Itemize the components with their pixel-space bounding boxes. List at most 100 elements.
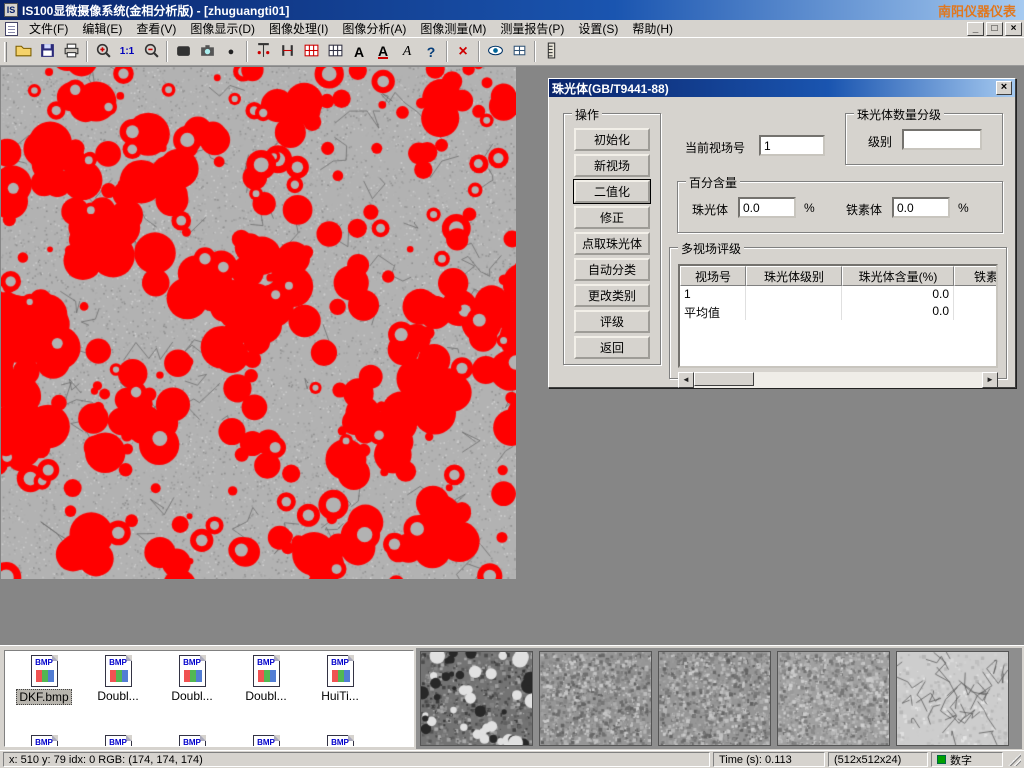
- measure-bars-icon: [279, 42, 296, 62]
- close-button[interactable]: ×: [1005, 22, 1022, 36]
- menu-item-image-process[interactable]: 图像处理(I): [262, 19, 335, 38]
- text-a-marked-icon: A: [378, 45, 388, 59]
- header-field-no[interactable]: 视场号: [680, 266, 746, 286]
- camera-icon: [199, 42, 216, 62]
- open-folder-icon: [15, 42, 32, 62]
- thumbnail-1[interactable]: [420, 651, 533, 746]
- ferrite-percent-input[interactable]: [892, 197, 950, 218]
- document-icon[interactable]: [5, 22, 18, 36]
- file-item-dkf[interactable]: BMP DKF.bmp: [9, 655, 79, 705]
- change-class-button[interactable]: 更改类别: [574, 284, 650, 307]
- menu-item-help[interactable]: 帮助(H): [625, 19, 680, 38]
- pearlite-percent-input[interactable]: [738, 197, 796, 218]
- zoom-in-button[interactable]: [91, 40, 115, 64]
- file-item-huiti[interactable]: BMP HuiTi...: [305, 655, 375, 703]
- printer-icon: [63, 42, 80, 62]
- preview-button[interactable]: [483, 40, 507, 64]
- camera-button[interactable]: [195, 40, 219, 64]
- bmp-file-icon: BMP: [253, 655, 280, 687]
- dialog-close-button[interactable]: ×: [996, 81, 1012, 95]
- correct-button[interactable]: 修正: [574, 206, 650, 229]
- file-list: BMP DKF.bmp BMP Doubl... BMP Doubl... BM…: [4, 650, 414, 747]
- menu-bar: 文件(F) 编辑(E) 查看(V) 图像显示(D) 图像处理(I) 图像分析(A…: [0, 20, 1024, 38]
- zoom-out-button[interactable]: [139, 40, 163, 64]
- bmp-file-icon: BMP: [253, 735, 280, 747]
- file-item-doubl-1[interactable]: BMP Doubl...: [83, 655, 153, 703]
- auto-classify-button[interactable]: 自动分类: [574, 258, 650, 281]
- current-field-input[interactable]: [759, 135, 825, 156]
- header-pearlite-grade[interactable]: 珠光体级别: [746, 266, 842, 286]
- grid-dark-button[interactable]: [323, 40, 347, 64]
- header-ferrite[interactable]: 铁素: [954, 266, 998, 286]
- menu-item-image-analysis[interactable]: 图像分析(A): [335, 19, 413, 38]
- text-annotate-script-button[interactable]: A: [395, 40, 419, 64]
- table-row[interactable]: 1 0.0: [680, 286, 998, 303]
- file-item-partial[interactable]: BMP: [231, 735, 301, 747]
- file-item-partial[interactable]: BMP: [157, 735, 227, 747]
- header-pearlite-content[interactable]: 珠光体含量(%): [842, 266, 954, 286]
- multi-field-group: 多视场评级 视场号 珠光体级别 珠光体含量(%) 铁素 1 0.0: [669, 247, 1007, 379]
- status-indicator-icon: [937, 755, 946, 764]
- pearlite-percent-sign: %: [804, 201, 815, 215]
- menu-item-file[interactable]: 文件(F): [22, 19, 75, 38]
- menu-item-settings[interactable]: 设置(S): [571, 19, 625, 38]
- menu-item-image-measure[interactable]: 图像测量(M): [413, 19, 493, 38]
- record-icon: ●: [228, 46, 235, 58]
- ferrite-percent-sign: %: [958, 201, 969, 215]
- grade-button[interactable]: 评级: [574, 310, 650, 333]
- binarize-button[interactable]: 二值化: [574, 180, 650, 203]
- grid-red-button[interactable]: [299, 40, 323, 64]
- new-field-button[interactable]: 新视场: [574, 154, 650, 177]
- toolbar-grip[interactable]: [4, 42, 7, 62]
- percent-group: 百分含量 珠光体 % 铁素体 %: [677, 181, 1003, 233]
- delete-x-icon: ×: [458, 45, 467, 59]
- record-button[interactable]: ●: [219, 40, 243, 64]
- thumbnail-2[interactable]: [539, 651, 652, 746]
- grid-small-button[interactable]: [507, 40, 531, 64]
- measure-bars-button[interactable]: [275, 40, 299, 64]
- operation-group: 操作 初始化 新视场 二值化 修正 点取珠光体 自动分类 更改类别 评级 返回: [563, 113, 661, 365]
- multi-field-table: 视场号 珠光体级别 珠光体含量(%) 铁素 1 0.0 平均值 0: [678, 264, 998, 368]
- text-annotate-button[interactable]: A: [347, 40, 371, 64]
- menu-item-report[interactable]: 测量报告(P): [493, 19, 571, 38]
- scrollbar-thumb[interactable]: [694, 372, 754, 386]
- caliper-button[interactable]: [251, 40, 275, 64]
- file-item-partial[interactable]: BMP: [83, 735, 153, 747]
- table-row[interactable]: 平均值 0.0: [680, 303, 998, 320]
- init-button[interactable]: 初始化: [574, 128, 650, 151]
- scrollbar-track[interactable]: [694, 372, 982, 388]
- open-button[interactable]: [11, 40, 35, 64]
- scroll-left-button[interactable]: ◄: [678, 372, 694, 388]
- file-name: Doubl...: [95, 689, 140, 703]
- one-to-one-icon: 1:1: [120, 46, 134, 57]
- print-button[interactable]: [59, 40, 83, 64]
- resize-grip[interactable]: [1008, 753, 1021, 766]
- file-item-partial[interactable]: BMP: [9, 735, 79, 747]
- actual-size-button[interactable]: 1:1: [115, 40, 139, 64]
- menu-item-image-display[interactable]: 图像显示(D): [183, 19, 262, 38]
- delete-button[interactable]: ×: [451, 40, 475, 64]
- thumbnail-5[interactable]: [896, 651, 1009, 746]
- file-item-partial[interactable]: BMP: [305, 735, 375, 747]
- dialog-title-bar[interactable]: 珠光体(GB/T9441-88) ×: [549, 79, 1015, 97]
- grade-group: 珠光体数量分级 级别: [845, 113, 1003, 165]
- save-button[interactable]: [35, 40, 59, 64]
- bmp-file-icon: BMP: [327, 655, 354, 687]
- file-item-doubl-3[interactable]: BMP Doubl...: [231, 655, 301, 703]
- thumbnail-3[interactable]: [658, 651, 771, 746]
- thumbnail-4[interactable]: [777, 651, 890, 746]
- file-item-doubl-2[interactable]: BMP Doubl...: [157, 655, 227, 703]
- capture-button[interactable]: [171, 40, 195, 64]
- help-button[interactable]: ?: [419, 40, 443, 64]
- minimize-button[interactable]: _: [967, 22, 984, 36]
- return-button[interactable]: 返回: [574, 336, 650, 359]
- ruler-button[interactable]: [539, 40, 563, 64]
- text-annotate-marked-button[interactable]: A: [371, 40, 395, 64]
- pick-pearlite-button[interactable]: 点取珠光体: [574, 232, 650, 255]
- menu-item-edit[interactable]: 编辑(E): [75, 19, 129, 38]
- metallographic-image[interactable]: [1, 67, 516, 579]
- scroll-right-button[interactable]: ►: [982, 372, 998, 388]
- grade-input[interactable]: [902, 129, 982, 150]
- menu-item-view[interactable]: 查看(V): [129, 19, 183, 38]
- restore-button[interactable]: □: [986, 22, 1003, 36]
